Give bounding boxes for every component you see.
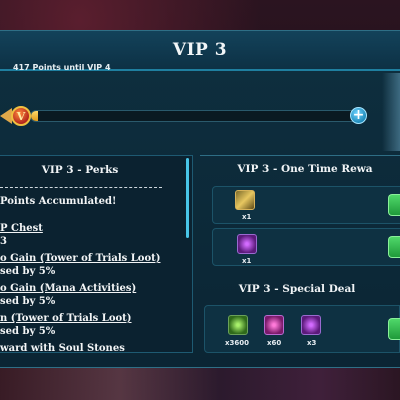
purple-orb-icon[interactable] — [237, 234, 257, 254]
perk-line: o Gain (Mana Activities) — [0, 283, 137, 294]
perk-line: sed by 5% — [0, 326, 56, 337]
perk-line: sed by 5% — [0, 296, 56, 307]
deal-qty: x3600 — [225, 339, 249, 347]
rewards-panel: VIP 3 - One Time Rewa x1 x1 VIP 3 - Spec… — [200, 155, 400, 353]
perks-panel[interactable]: VIP 3 - Perks Points Accumulated! P Chest… — [0, 155, 193, 353]
pink-crystal-icon[interactable] — [264, 315, 284, 335]
perk-line: n (Tower of Trials Loot) — [0, 313, 132, 324]
background-footer-art — [0, 368, 400, 400]
perks-divider — [0, 187, 162, 188]
green-gem-icon[interactable] — [228, 315, 248, 335]
vip-badge-icon: V — [11, 106, 31, 126]
special-deal-row: x3600 x60 x3 — [204, 305, 400, 353]
one-time-reward-row: x1 — [212, 228, 400, 266]
points-until-next-label: 417 Points until VIP 4 — [13, 63, 111, 72]
perk-line: ward with Soul Stones — [0, 343, 125, 353]
reward-qty: x1 — [242, 257, 252, 265]
perk-line: Points Accumulated! — [0, 196, 117, 207]
deal-qty: x3 — [307, 339, 317, 347]
one-time-rewards-title: VIP 3 - One Time Rewa — [237, 163, 373, 175]
vip-progress-bar — [30, 110, 358, 122]
vip-progress-fill — [31, 111, 38, 121]
perk-line: o Gain (Tower of Trials Loot) — [0, 253, 161, 264]
deal-qty: x60 — [267, 339, 282, 347]
page-title: VIP 3 — [172, 40, 228, 60]
rewards-divider — [200, 155, 400, 156]
perk-line: sed by 5% — [0, 266, 56, 277]
one-time-reward-row: x1 — [212, 186, 400, 224]
golden-scroll-icon[interactable] — [235, 190, 255, 210]
reward-qty: x1 — [242, 213, 252, 221]
perk-line: P Chest — [0, 223, 43, 234]
perks-scrollbar[interactable] — [186, 158, 189, 238]
add-points-button[interactable]: + — [350, 107, 367, 124]
perks-title: VIP 3 - Perks — [41, 164, 119, 176]
perk-line: 3 — [0, 236, 7, 247]
claim-button[interactable] — [388, 194, 400, 216]
buy-deal-button[interactable] — [388, 318, 400, 340]
edge-glint — [382, 73, 400, 151]
special-deal-title: VIP 3 - Special Deal — [238, 283, 356, 295]
purple-orb-icon[interactable] — [301, 315, 321, 335]
claim-button[interactable] — [388, 236, 400, 258]
